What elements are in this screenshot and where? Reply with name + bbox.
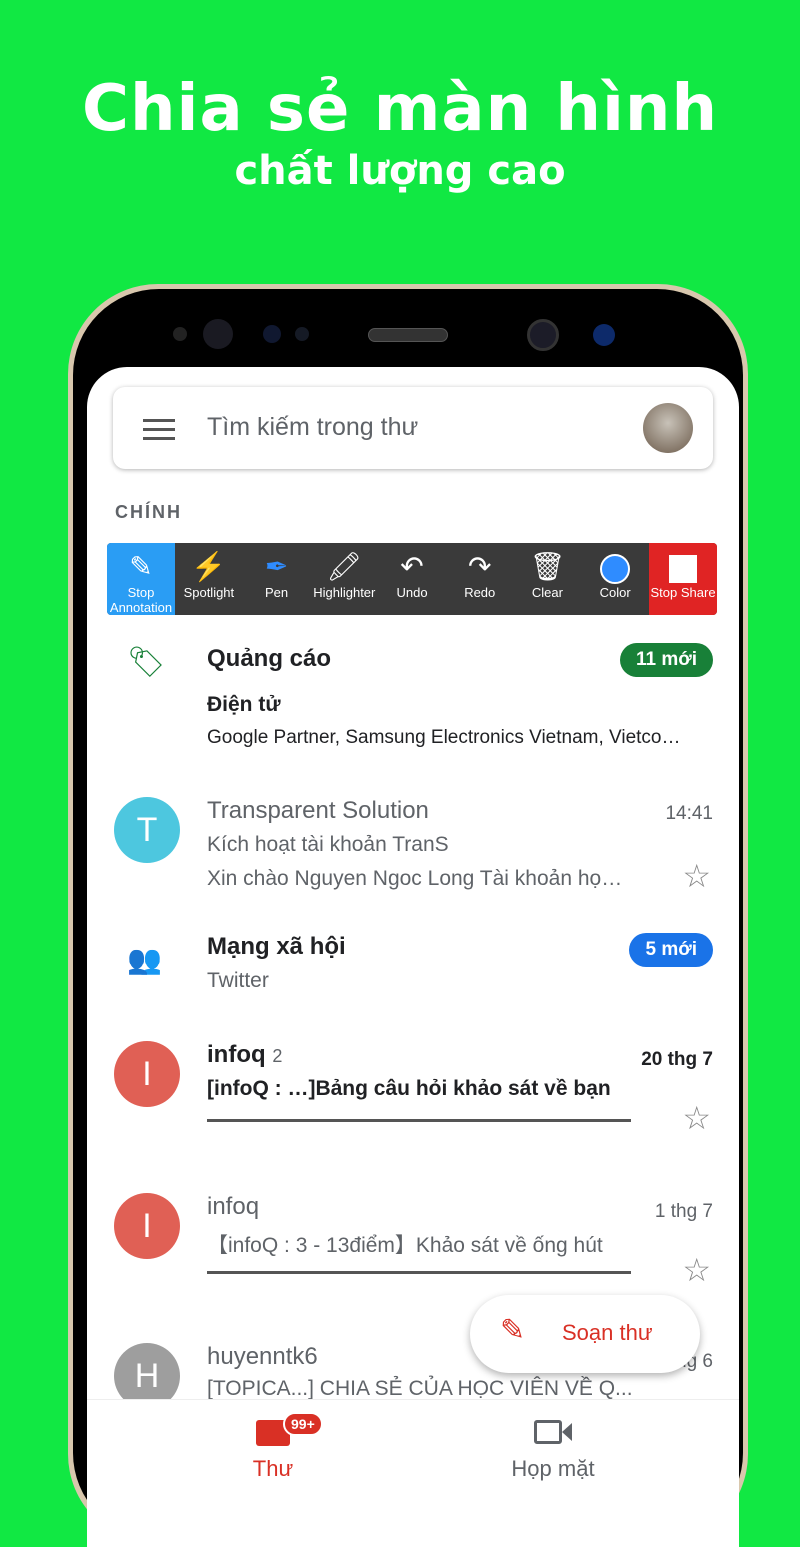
category-social[interactable]: 👥 Mạng xã hội 5 mới Twitter bbox=[87, 927, 739, 1007]
category-promotions[interactable]: 🏷 Quảng cáo 11 mới Điện tử Google Partne… bbox=[87, 625, 739, 755]
people-icon: 👥 bbox=[127, 944, 162, 975]
sensor-icon bbox=[295, 327, 309, 341]
thread-count: 2 bbox=[272, 1046, 283, 1066]
promo-subtitle: chất lượng cao bbox=[234, 148, 566, 194]
stop-share-button[interactable]: Stop Share bbox=[649, 543, 717, 615]
highlighter-icon: 🖍 bbox=[326, 551, 363, 582]
avatar[interactable] bbox=[643, 403, 693, 453]
new-count-badge: 5 mới bbox=[629, 933, 713, 967]
pencil-icon: ✎ bbox=[500, 1314, 526, 1347]
trash-icon: 🗑 bbox=[529, 551, 566, 582]
stop-annotation-button[interactable]: ✎ Stop Annotation bbox=[107, 543, 175, 615]
phone-frame: Tìm kiếm trong thư CHÍNH ✎ Stop Annotatio… bbox=[68, 284, 748, 1547]
promo-title: Chia sẻ màn hình bbox=[81, 72, 719, 146]
unread-badge: 99+ bbox=[283, 1412, 323, 1436]
sender-avatar: T bbox=[114, 797, 180, 863]
star-icon[interactable]: ☆ bbox=[682, 1251, 711, 1289]
annotation-toolbar: ✎ Stop Annotation ⚡ Spotlight ✒ Pen 🖍 Highli… bbox=[107, 543, 717, 615]
menu-icon[interactable] bbox=[143, 419, 175, 446]
video-camera-icon bbox=[453, 1412, 653, 1448]
bottom-navigation: 99+ Thư Họp mặt bbox=[87, 1399, 739, 1547]
pen-icon: ✒ bbox=[264, 551, 289, 582]
iris-scanner-icon bbox=[203, 319, 233, 349]
spotlight-button[interactable]: ⚡ Spotlight bbox=[175, 543, 243, 615]
undo-button[interactable]: ↶ Undo bbox=[378, 543, 446, 615]
redo-icon: ↷ bbox=[468, 551, 492, 582]
section-label: CHÍNH bbox=[115, 502, 182, 522]
email-row[interactable]: T Transparent Solution 14:41 Kích hoạt t… bbox=[87, 787, 739, 897]
speaker-grille bbox=[368, 328, 448, 342]
sensor-icon bbox=[593, 324, 615, 346]
tag-icon: 🏷 bbox=[127, 646, 166, 679]
color-button[interactable]: Color bbox=[581, 543, 649, 615]
magic-wand-icon: ⚡ bbox=[191, 551, 227, 582]
clear-button[interactable]: 🗑 Clear bbox=[514, 543, 582, 615]
sensor-icon bbox=[173, 327, 187, 341]
redo-button[interactable]: ↷ Redo bbox=[446, 543, 514, 615]
pencil-icon: ✎ bbox=[129, 551, 153, 582]
color-circle-icon bbox=[600, 549, 631, 585]
sender-avatar: I bbox=[114, 1041, 180, 1107]
star-icon[interactable]: ☆ bbox=[682, 857, 711, 895]
nav-meet[interactable]: Họp mặt bbox=[453, 1412, 653, 1482]
front-camera-icon bbox=[527, 319, 559, 351]
stop-square-icon bbox=[669, 549, 698, 585]
highlighter-button[interactable]: 🖍 Highlighter bbox=[310, 543, 378, 615]
undo-icon: ↶ bbox=[400, 551, 424, 582]
compose-button[interactable]: ✎ Soạn thư bbox=[470, 1295, 700, 1373]
email-row[interactable]: I infoq 2 20 thg 7 [infoQ : …]Bảng câu h… bbox=[87, 1035, 739, 1155]
search-bar[interactable]: Tìm kiếm trong thư bbox=[113, 387, 713, 469]
gmail-screen: Tìm kiếm trong thư CHÍNH ✎ Stop Annotatio… bbox=[87, 367, 739, 1547]
email-row[interactable]: I infoq 1 thg 7 【infoQ : 3 - 13điểm】Khảo… bbox=[87, 1187, 739, 1307]
sender-avatar: I bbox=[114, 1193, 180, 1259]
nav-mail[interactable]: 99+ Thư bbox=[173, 1412, 373, 1482]
sensor-icon bbox=[263, 325, 281, 343]
search-input[interactable]: Tìm kiếm trong thư bbox=[207, 413, 418, 442]
pen-button[interactable]: ✒ Pen bbox=[243, 543, 311, 615]
new-count-badge: 11 mới bbox=[619, 643, 713, 677]
star-icon[interactable]: ☆ bbox=[682, 1099, 711, 1137]
